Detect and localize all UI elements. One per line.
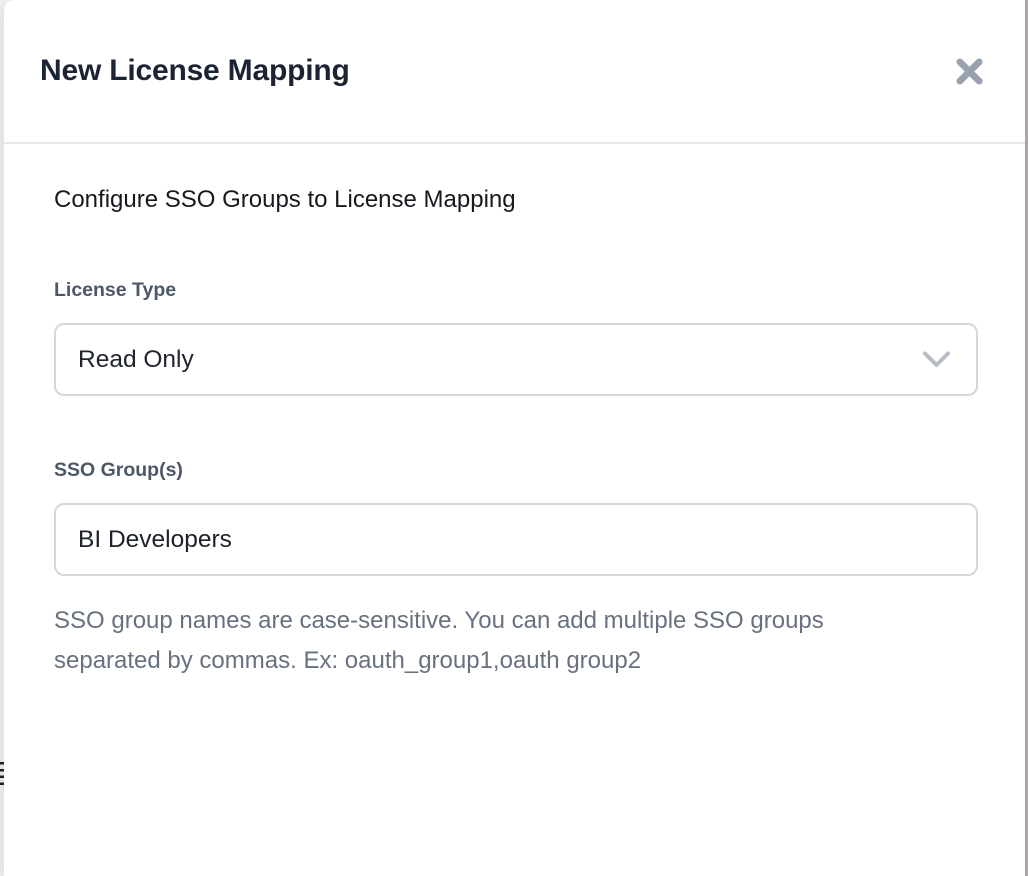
- modal-body: Configure SSO Groups to License Mapping …: [4, 144, 1026, 681]
- modal-title: New License Mapping: [40, 54, 350, 88]
- sso-groups-helper-text: SSO group names are case-sensitive. You …: [54, 601, 899, 681]
- license-type-selected-value: Read Only: [78, 346, 194, 374]
- license-type-select[interactable]: Read Only: [54, 323, 978, 396]
- modal-header: New License Mapping: [4, 0, 1026, 144]
- chevron-down-icon: [923, 351, 950, 368]
- sso-groups-input[interactable]: [54, 503, 978, 576]
- license-type-label: License Type: [54, 279, 978, 302]
- modal-description: Configure SSO Groups to License Mapping: [54, 185, 978, 215]
- new-license-mapping-modal: New License Mapping Configure SSO Groups…: [4, 0, 1026, 876]
- close-x-icon: [955, 57, 984, 86]
- close-button[interactable]: [952, 54, 986, 88]
- sso-groups-label: SSO Group(s): [54, 459, 978, 482]
